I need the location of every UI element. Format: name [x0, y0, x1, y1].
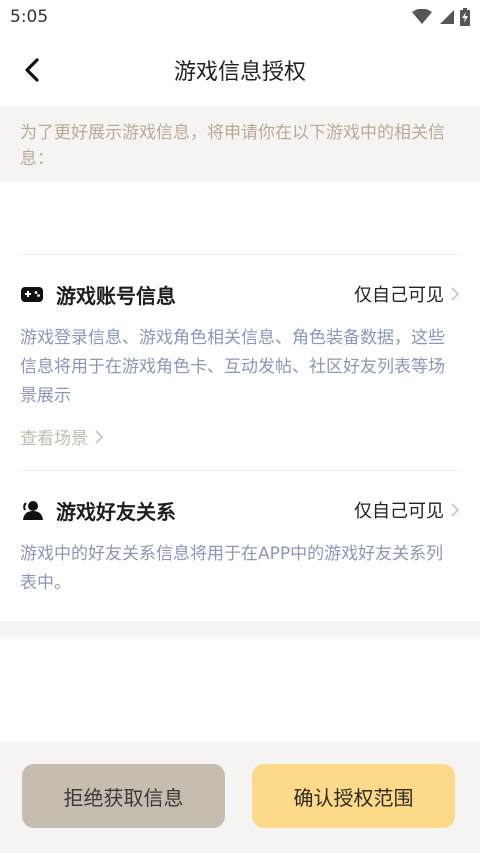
- chevron-right-icon: [451, 287, 460, 301]
- gamepad-icon: [20, 282, 44, 306]
- section-title: 游戏好友关系: [56, 499, 176, 524]
- section-game-account: 游戏账号信息 仅自己可见 游戏登录信息、游戏角色相关信息、角色装备数据，这些信息…: [0, 278, 480, 468]
- section-description: 游戏登录信息、游戏角色相关信息、角色装备数据，这些信息将用于在游戏角色卡、互动发…: [20, 328, 445, 406]
- section-head: 游戏好友关系 仅自己可见: [20, 494, 460, 526]
- section-description: 游戏中的好友关系信息将用于在APP中的游戏好友关系列表中。: [20, 544, 444, 593]
- chevron-right-icon: [451, 503, 460, 517]
- signal-icon: [440, 10, 454, 24]
- status-bar: 5:05: [0, 0, 480, 34]
- battery-charging-icon: [460, 8, 470, 26]
- section-game-friends: 游戏好友关系 仅自己可见 游戏中的好友关系信息将用于在APP中的游戏好友关系列表…: [0, 494, 480, 604]
- back-button[interactable]: [16, 54, 48, 86]
- view-scenes-link[interactable]: 查看场景: [20, 424, 104, 449]
- app-header: 游戏信息授权: [0, 34, 480, 106]
- visibility-label: 仅自己可见: [354, 285, 444, 306]
- back-arrow-icon: [25, 58, 39, 82]
- section-head: 游戏账号信息 仅自己可见: [20, 278, 460, 310]
- notice-banner: 为了更好展示游戏信息，将申请你在以下游戏中的相关信息：: [0, 106, 480, 182]
- visibility-selector[interactable]: 仅自己可见: [354, 281, 460, 307]
- section-title: 游戏账号信息: [56, 283, 176, 308]
- bottom-action-bar: 拒绝获取信息 确认授权范围: [0, 742, 480, 853]
- confirm-button[interactable]: 确认授权范围: [252, 764, 455, 828]
- chevron-right-icon: [95, 429, 104, 444]
- visibility-selector[interactable]: 仅自己可见: [354, 497, 460, 523]
- section-separator: [0, 621, 480, 637]
- reject-button[interactable]: 拒绝获取信息: [22, 764, 225, 828]
- view-scenes-label: 查看场景: [20, 429, 88, 449]
- divider: [20, 470, 460, 471]
- wifi-icon: [412, 9, 432, 24]
- status-icons: [412, 8, 470, 26]
- notice-text: 为了更好展示游戏信息，将申请你在以下游戏中的相关信息：: [20, 123, 445, 169]
- visibility-label: 仅自己可见: [354, 501, 444, 522]
- friend-user-icon: [20, 498, 44, 522]
- status-time: 5:05: [10, 7, 49, 27]
- page-title: 游戏信息授权: [173, 60, 306, 85]
- divider: [20, 254, 460, 255]
